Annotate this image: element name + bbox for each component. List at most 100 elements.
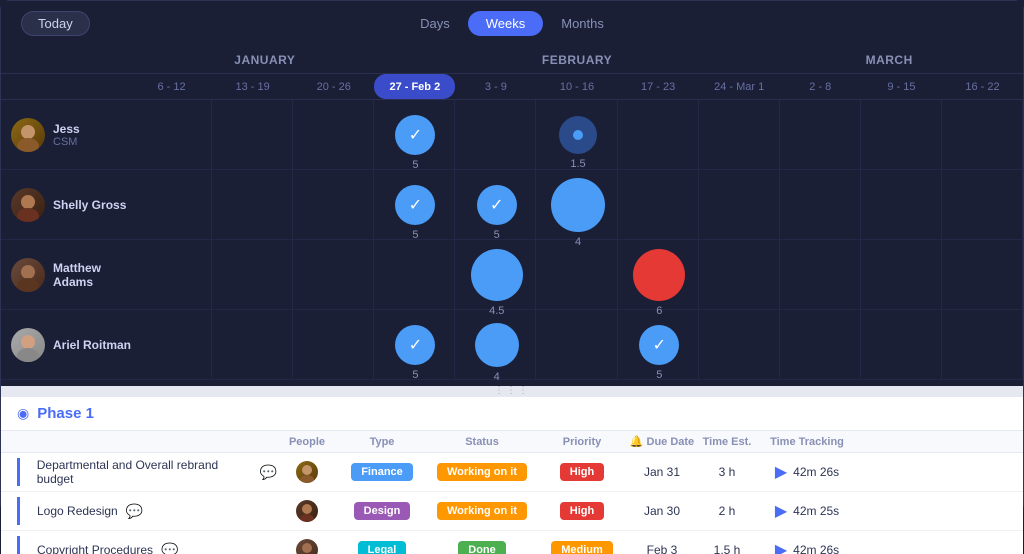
grid-col bbox=[293, 240, 374, 309]
td-time-est-2: 2 h bbox=[697, 504, 757, 518]
grid-col bbox=[699, 100, 780, 169]
bubble-num-jess-2: 1.5 bbox=[570, 158, 585, 170]
phase-title: Phase 1 bbox=[37, 405, 94, 422]
td-time-track-2: ▶ 42m 25s bbox=[757, 501, 857, 521]
today-button[interactable]: Today bbox=[21, 11, 90, 36]
td-priority-2: High bbox=[537, 502, 627, 520]
comment-icon[interactable]: 💬 bbox=[161, 542, 178, 554]
person-info-shelly: Shelly Gross bbox=[1, 188, 131, 222]
th-time-est: Time Est. bbox=[697, 436, 757, 448]
avatar-ariel bbox=[11, 328, 45, 362]
week-3-active[interactable]: 27 - Feb 2 bbox=[374, 74, 455, 99]
bubble-shelly-1[interactable]: ✓ 5 bbox=[395, 185, 435, 225]
comment-icon[interactable]: 💬 bbox=[126, 503, 143, 520]
person-info-jess: Jess CSM bbox=[1, 118, 131, 152]
grid-col bbox=[618, 100, 699, 169]
grid-col bbox=[212, 100, 293, 169]
row-name-1: Departmental and Overall rebrand budget bbox=[37, 458, 252, 486]
grid-col bbox=[212, 170, 293, 239]
drag-handle[interactable]: ⋮⋮⋮ bbox=[1, 386, 1023, 394]
td-people-1 bbox=[277, 461, 337, 483]
play-icon-1[interactable]: ▶ bbox=[775, 462, 787, 482]
calendar-area: January February March 6 - 12 13 - 19 20… bbox=[1, 46, 1023, 386]
bubble-jess-2[interactable]: 1.5 bbox=[559, 116, 597, 154]
month-march: March bbox=[755, 46, 1023, 73]
bubble-matthew-2[interactable]: 6 bbox=[633, 249, 685, 301]
person-name-shelly: Shelly Gross bbox=[53, 198, 126, 212]
grid-col bbox=[536, 310, 617, 379]
td-due-2: Jan 30 bbox=[627, 504, 697, 518]
week-10: 16 - 22 bbox=[942, 74, 1023, 99]
td-type-1: Finance bbox=[337, 463, 427, 481]
person-row-shelly: Shelly Gross ✓ 5 ✓ bbox=[1, 170, 1023, 240]
row-indent bbox=[17, 458, 29, 486]
tab-weeks[interactable]: Weeks bbox=[468, 11, 544, 36]
grid-col bbox=[780, 170, 861, 239]
table-row-3: Copyright Procedures 💬 Legal Done Medium… bbox=[1, 531, 1023, 554]
person-name-matthew: Matthew Adams bbox=[53, 261, 131, 289]
bubble-matthew-1[interactable]: 4.5 bbox=[471, 249, 523, 301]
td-people-2 bbox=[277, 500, 337, 522]
grid-col bbox=[293, 310, 374, 379]
week-5: 10 - 16 bbox=[536, 74, 617, 99]
grid-cols-ariel bbox=[131, 310, 1023, 379]
grid-col bbox=[131, 240, 212, 309]
week-header-row: 6 - 12 13 - 19 20 - 26 27 - Feb 2 3 - 9 … bbox=[1, 74, 1023, 100]
person-info-ariel: Ariel Roitman bbox=[1, 328, 131, 362]
grid-col bbox=[131, 170, 212, 239]
grid-col bbox=[861, 240, 942, 309]
tab-days[interactable]: Days bbox=[402, 11, 468, 36]
type-tag-3: Legal bbox=[358, 541, 407, 554]
grid-col bbox=[131, 310, 212, 379]
people-rows: Jess CSM ✓ bbox=[1, 100, 1023, 380]
bubble-jess-1[interactable]: ✓ 5 bbox=[395, 115, 435, 155]
grid-col bbox=[699, 310, 780, 379]
td-due-3: Feb 3 bbox=[627, 543, 697, 554]
td-time-est-1: 3 h bbox=[697, 465, 757, 479]
week-2: 20 - 26 bbox=[293, 74, 374, 99]
bubble-ariel-2[interactable]: 4 bbox=[475, 323, 519, 367]
grid-col bbox=[942, 310, 1023, 379]
month-header-row: January February March bbox=[1, 46, 1023, 74]
bubble-ariel-3[interactable]: ✓ 5 bbox=[639, 325, 679, 365]
th-status: Status bbox=[427, 436, 537, 448]
week-1: 13 - 19 bbox=[212, 74, 293, 99]
time-val-2: 42m 25s bbox=[793, 504, 839, 518]
grid-col bbox=[780, 310, 861, 379]
play-icon-3[interactable]: ▶ bbox=[775, 540, 787, 554]
bubble-shelly-3[interactable]: 4 bbox=[551, 178, 605, 232]
tab-months[interactable]: Months bbox=[543, 11, 622, 36]
person-row-ariel: Ariel Roitman ✓ 5 4 ✓ 5 bbox=[1, 310, 1023, 380]
status-tag-2: Working on it bbox=[437, 502, 527, 520]
mini-avatar-2 bbox=[296, 500, 318, 522]
td-type-3: Legal bbox=[337, 541, 427, 554]
time-val-1: 42m 26s bbox=[793, 465, 839, 479]
bubble-shelly-2[interactable]: ✓ 5 bbox=[477, 185, 517, 225]
grid-col bbox=[293, 100, 374, 169]
play-icon-2[interactable]: ▶ bbox=[775, 501, 787, 521]
week-7: 24 - Mar 1 bbox=[699, 74, 780, 99]
grid-col bbox=[293, 170, 374, 239]
grid-col bbox=[942, 240, 1023, 309]
avatar-matthew bbox=[11, 258, 45, 292]
table-row-2: Logo Redesign 💬 Design Working on it Hig… bbox=[1, 492, 1023, 531]
td-time-est-3: 1.5 h bbox=[697, 543, 757, 554]
bubble-ariel-1[interactable]: ✓ 5 bbox=[395, 325, 435, 365]
comment-icon[interactable]: 💬 bbox=[260, 464, 277, 481]
td-time-track-1: ▶ 42m 26s bbox=[757, 462, 857, 482]
person-row-matthew: Matthew Adams 4.5 6 bbox=[1, 240, 1023, 310]
row-name-2: Logo Redesign bbox=[37, 504, 118, 518]
avatar-shelly bbox=[11, 188, 45, 222]
grid-col bbox=[861, 310, 942, 379]
grid-col bbox=[455, 100, 536, 169]
table-row-1: Departmental and Overall rebrand budget … bbox=[1, 453, 1023, 492]
table-header: People Type Status Priority 🔔Due Date Ti… bbox=[1, 431, 1023, 453]
top-nav: Today Days Weeks Months bbox=[1, 1, 1023, 46]
grid-col bbox=[942, 170, 1023, 239]
grid-col bbox=[699, 170, 780, 239]
td-name-1: Departmental and Overall rebrand budget … bbox=[17, 458, 277, 486]
td-priority-1: High bbox=[537, 463, 627, 481]
avatar-jess bbox=[11, 118, 45, 152]
grid-col bbox=[699, 240, 780, 309]
td-people-3 bbox=[277, 539, 337, 554]
